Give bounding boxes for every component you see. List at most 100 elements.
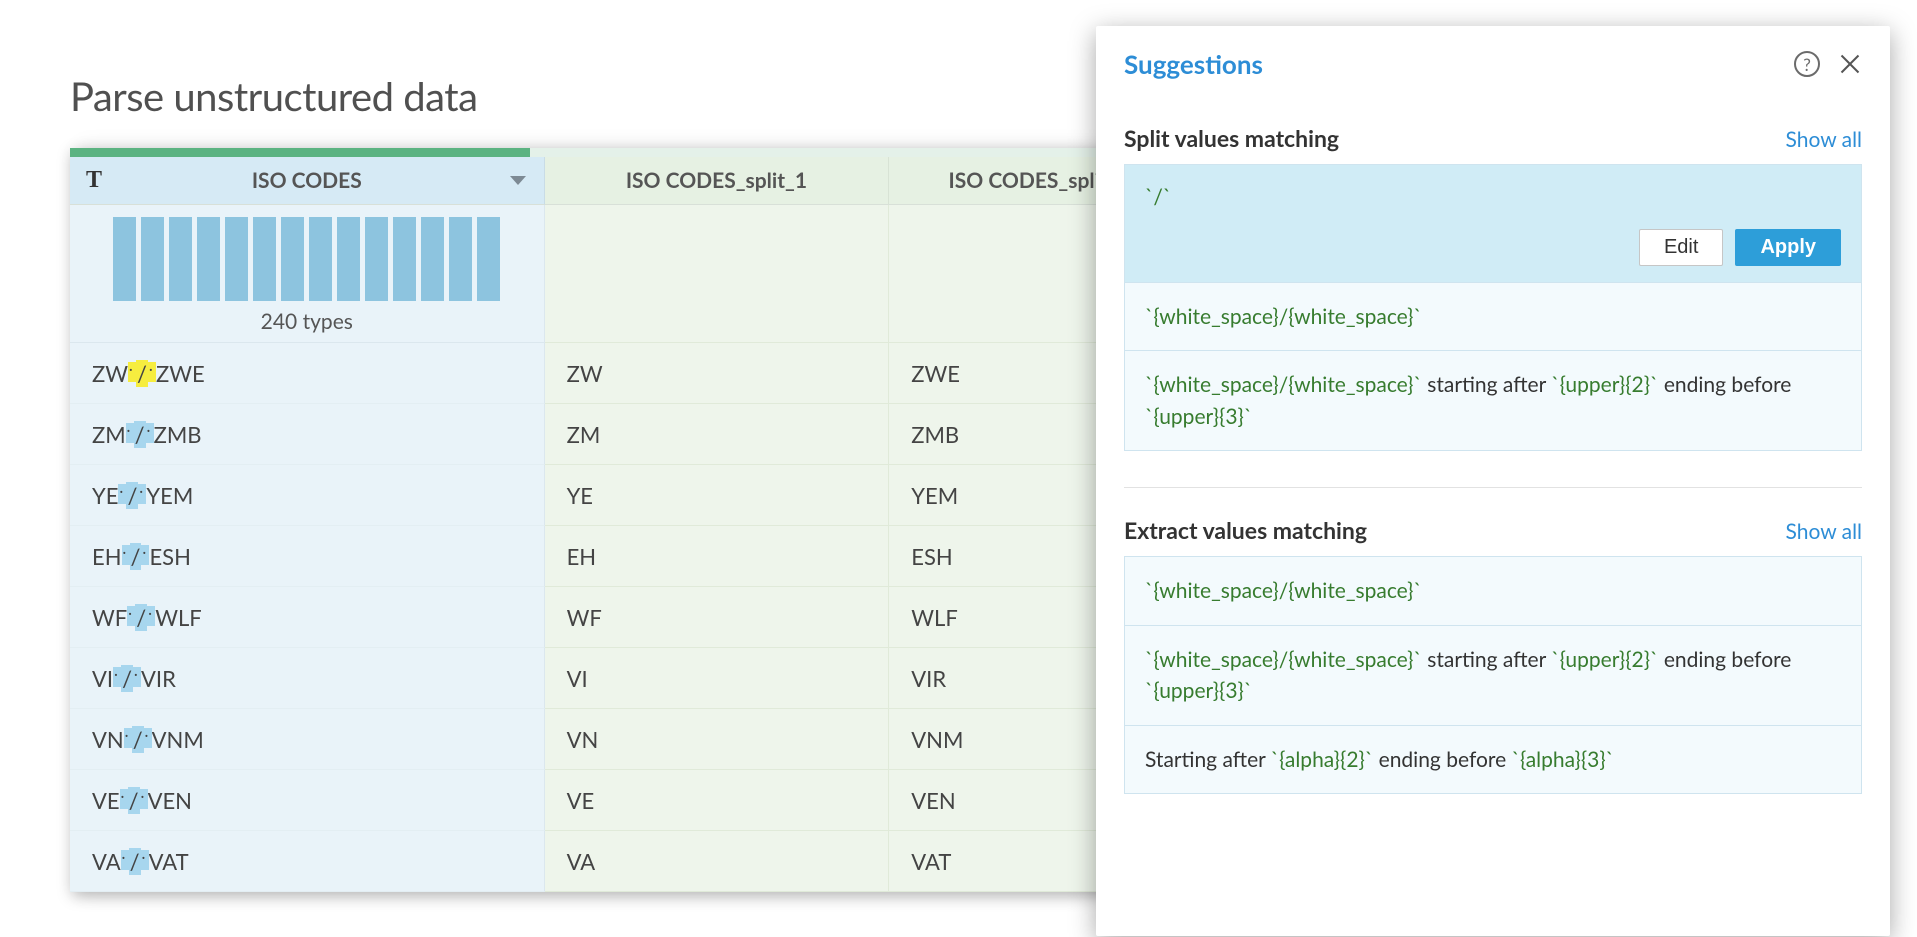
histogram-bar	[225, 217, 248, 301]
suggestions-panel: Suggestions ? Split values matching Show…	[1096, 26, 1890, 936]
table-header-row: T ISO CODES ISO CODES_split_1 ISO CODES_…	[70, 157, 1189, 205]
cell-split1[interactable]: ZW	[545, 343, 890, 404]
apply-button[interactable]: Apply	[1735, 229, 1841, 266]
separator-highlight: /	[129, 848, 141, 875]
data-table: T ISO CODES ISO CODES_split_1 ISO CODES_…	[70, 148, 1190, 892]
cell-split1[interactable]: VI	[545, 648, 890, 709]
histogram-bar	[393, 217, 416, 301]
pattern-text: `{upper}{3}`	[1145, 678, 1252, 703]
cell-original[interactable]: YE/YEM	[70, 465, 545, 526]
column-header-iso-codes[interactable]: T ISO CODES	[70, 157, 545, 205]
cell-original[interactable]: WF/WLF	[70, 587, 545, 648]
whitespace-highlight	[128, 362, 136, 382]
whitespace-highlight	[127, 606, 135, 626]
suggestion-item[interactable]: Starting after `{alpha}{2}` ending befor…	[1125, 726, 1861, 794]
separator-highlight: /	[132, 726, 144, 753]
help-icon[interactable]: ?	[1794, 51, 1820, 77]
cell-split1[interactable]: VA	[545, 831, 890, 892]
histogram-bar	[365, 217, 388, 301]
whitespace-highlight	[144, 728, 152, 748]
cell-split1[interactable]: ZM	[545, 404, 890, 465]
histogram-bar	[421, 217, 444, 301]
pattern-plain: starting after	[1422, 372, 1551, 397]
cell-split1[interactable]: WF	[545, 587, 890, 648]
histogram-bar	[449, 217, 472, 301]
whitespace-highlight	[121, 850, 129, 870]
histogram-bar	[477, 217, 500, 301]
extract-section: Extract values matching Show all `{white…	[1096, 488, 1890, 794]
histogram-bar	[337, 217, 360, 301]
table-row: VA/VATVAVAT	[70, 831, 1189, 892]
histogram-bar	[309, 217, 332, 301]
suggestion-item[interactable]: `{white_space}/{white_space}` starting a…	[1125, 351, 1861, 450]
cell-original[interactable]: EH/ESH	[70, 526, 545, 587]
whitespace-highlight	[126, 423, 134, 443]
histogram-bar	[253, 217, 276, 301]
suggestions-header: Suggestions ?	[1096, 26, 1890, 96]
suggestion-item[interactable]: `{white_space}/{white_space}` starting a…	[1125, 626, 1861, 726]
separator-highlight: /	[134, 421, 146, 448]
cell-original[interactable]: VN/VNM	[70, 709, 545, 770]
histogram-bars	[113, 217, 500, 301]
split-suggestion-list: `/` Edit Apply `{white_space}/{white_spa…	[1124, 164, 1862, 451]
table-row: VN/VNMVNVNM	[70, 709, 1189, 770]
histogram-cell: 240 types	[70, 205, 545, 343]
edit-button[interactable]: Edit	[1639, 229, 1723, 266]
column-header-label: ISO CODES_split_1	[626, 168, 807, 193]
table-row: ZW/ZWEZWZWE	[70, 343, 1189, 404]
show-all-link[interactable]: Show all	[1786, 127, 1862, 152]
pattern-text: `{white_space}/{white_space}`	[1145, 304, 1422, 329]
whitespace-highlight	[138, 484, 146, 504]
whitespace-highlight	[118, 484, 126, 504]
separator-highlight: /	[128, 787, 140, 814]
show-all-link[interactable]: Show all	[1786, 519, 1862, 544]
separator-highlight: /	[136, 360, 148, 387]
chevron-down-icon[interactable]	[510, 176, 526, 185]
whitespace-highlight	[122, 545, 130, 565]
pattern-plain: Starting after	[1145, 747, 1271, 772]
whitespace-highlight	[140, 789, 148, 809]
table-row: YE/YEMYEYEM	[70, 465, 1189, 526]
whitespace-highlight	[141, 545, 149, 565]
histogram-cell-empty	[545, 205, 890, 343]
page-title: Parse unstructured data	[70, 72, 478, 120]
pattern-text: `{white_space}/{white_space}`	[1145, 647, 1422, 672]
extract-heading: Extract values matching	[1124, 516, 1367, 544]
column-header-split1[interactable]: ISO CODES_split_1	[545, 157, 890, 205]
close-icon[interactable]	[1838, 52, 1862, 76]
histogram-bar	[169, 217, 192, 301]
suggestion-item[interactable]: `{white_space}/{white_space}`	[1125, 557, 1861, 626]
table-row: WF/WLFWFWLF	[70, 587, 1189, 648]
separator-highlight: /	[130, 543, 142, 570]
histogram-bar	[281, 217, 304, 301]
pattern-text: `{white_space}/{white_space}`	[1145, 578, 1422, 603]
pattern-text: `{alpha}{3}`	[1512, 747, 1614, 772]
column-header-label: ISO CODES	[252, 168, 362, 193]
pattern-text: `{upper}{2}`	[1551, 647, 1658, 672]
cell-split1[interactable]: VE	[545, 770, 890, 831]
pattern-plain: ending before	[1658, 647, 1791, 672]
table-row: VI/VIRVIVIR	[70, 648, 1189, 709]
separator-highlight: /	[126, 482, 138, 509]
cell-original[interactable]: ZM/ZMB	[70, 404, 545, 465]
table-row: EH/ESHEHESH	[70, 526, 1189, 587]
histogram-bar	[197, 217, 220, 301]
column-distribution-bar	[70, 148, 1189, 157]
suggestion-item[interactable]: `{white_space}/{white_space}`	[1125, 283, 1861, 352]
whitespace-highlight	[120, 789, 128, 809]
pattern-plain: starting after	[1422, 647, 1551, 672]
whitespace-highlight	[124, 728, 132, 748]
whitespace-highlight	[148, 362, 156, 382]
cell-original[interactable]: VA/VAT	[70, 831, 545, 892]
pattern-text: `{white_space}/{white_space}`	[1145, 372, 1422, 397]
pattern-plain: ending before	[1658, 372, 1791, 397]
suggestion-item[interactable]: `/` Edit Apply	[1125, 165, 1861, 283]
cell-original[interactable]: VI/VIR	[70, 648, 545, 709]
cell-split1[interactable]: YE	[545, 465, 890, 526]
cell-split1[interactable]: VN	[545, 709, 890, 770]
cell-original[interactable]: VE/VEN	[70, 770, 545, 831]
cell-original[interactable]: ZW/ZWE	[70, 343, 545, 404]
separator-highlight: /	[121, 665, 133, 692]
pattern-text: `/`	[1145, 184, 1171, 209]
cell-split1[interactable]: EH	[545, 526, 890, 587]
